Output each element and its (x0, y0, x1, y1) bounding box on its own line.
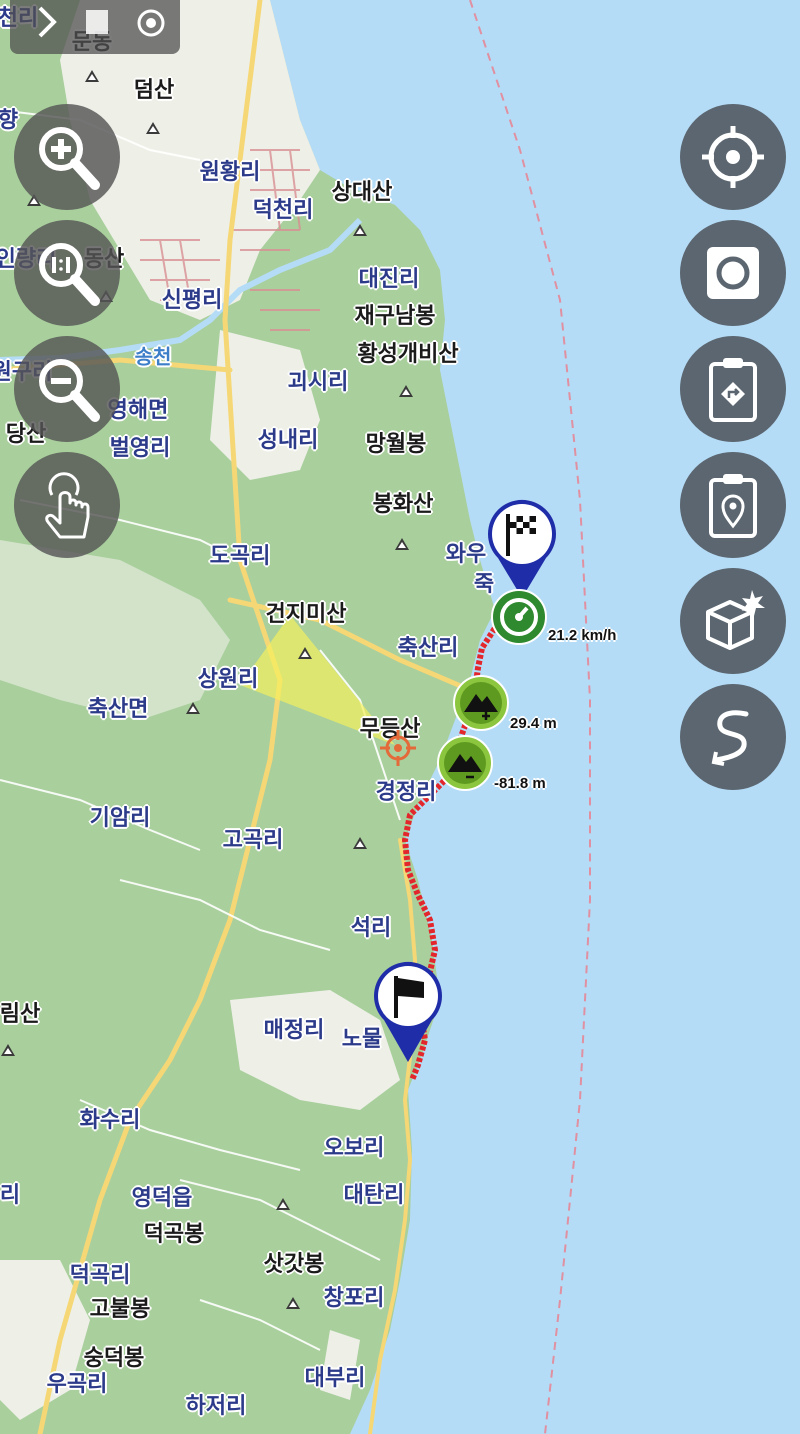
place-label-daejin: 대진리 (358, 267, 420, 292)
place-label-daetan: 대탄리 (343, 1183, 405, 1208)
place-label-bonghwa: 봉화산 (372, 492, 434, 517)
peak-icon (85, 70, 99, 82)
crosshair-position-icon (380, 730, 416, 766)
max-elevation-marker[interactable] (452, 674, 510, 732)
start-flag-icon (374, 961, 442, 1062)
place-label-gyeongjeong: 경정리 (375, 780, 437, 805)
place-label-satgatbong: 삿갓봉 (263, 1252, 325, 1277)
finish-marker[interactable] (484, 496, 560, 600)
place-label-deoksan: 덤산 (133, 78, 175, 103)
place-label-chuksan-ri: 축산리 (397, 636, 459, 661)
place-label-hwasu: 화수리 (79, 1108, 141, 1133)
place-label-wau: 와우 (445, 542, 487, 567)
new-box-icon (706, 590, 765, 650)
peak-icon (298, 647, 312, 659)
place-label-chuksanmyeon: 축산면 (87, 697, 149, 722)
elevation-min-icon (437, 735, 493, 791)
place-label-mangwol: 망월봉 (365, 432, 427, 457)
place-label-gogok: 고곡리 (222, 828, 284, 853)
zoom-1-1-button[interactable] (14, 220, 120, 326)
record-stop-icon (707, 247, 759, 299)
position-marker (378, 728, 418, 768)
peak-icon (186, 702, 200, 714)
zoom-in-icon (39, 127, 100, 190)
checkered-flag-icon (488, 499, 556, 598)
max-elevation-label: 29.4 m (510, 715, 557, 732)
place-label-ugok: 우곡리 (46, 1372, 108, 1397)
place-label-jaegunambong: 재구남봉 (354, 304, 436, 329)
place-label-maejeong: 매정리 (263, 1018, 325, 1043)
place-label-dogok: 도곡리 (209, 544, 271, 569)
place-label-sangwon: 상원리 (197, 667, 259, 692)
track-path-icon (711, 710, 749, 766)
place-label-deokgokbong: 덕곡봉 (143, 1222, 205, 1247)
min-elevation-label: -81.8 m (494, 775, 546, 792)
peak-icon (146, 122, 160, 134)
zoom-out-button[interactable] (14, 336, 120, 442)
zoom-1-1-icon (39, 243, 100, 306)
route-clipboard-icon (709, 358, 757, 422)
peak-icon (353, 224, 367, 236)
touch-button[interactable] (14, 452, 120, 558)
arrow-icon[interactable] (32, 6, 62, 40)
place-label-yeongdeok: 영덕읍 (131, 1186, 193, 1211)
place-label-gobulbong: 고불봉 (89, 1297, 151, 1322)
zoom-out-icon (39, 359, 100, 422)
place-label-songcheon: 송천 (134, 344, 172, 369)
place-label-deokgokri: 덕곡리 (69, 1263, 131, 1288)
touch-icon (45, 472, 90, 539)
place-label-ri-left: 리 (0, 1183, 21, 1208)
peak-icon (276, 1198, 290, 1210)
place-label-hwangseong: 황성개비산 (357, 342, 459, 367)
poi-clipboard-button[interactable] (680, 452, 786, 558)
rotate-icon[interactable] (134, 6, 168, 40)
min-elevation-marker[interactable] (436, 734, 494, 792)
speedometer-icon (491, 589, 547, 645)
place-label-gosi: 괴시리 (287, 370, 349, 395)
place-label-wonhwang: 원황리 (199, 160, 261, 185)
elevation-max-icon (453, 675, 509, 731)
peak-icon (353, 837, 367, 849)
speed-marker[interactable] (490, 588, 548, 646)
peak-icon (1, 1044, 15, 1056)
place-label-geonjimisan: 건지미산 (265, 602, 347, 627)
top-toolbar (10, 0, 180, 54)
place-label-hyang: 향 (0, 108, 19, 133)
place-label-hajeo: 하저리 (185, 1394, 247, 1419)
speed-label: 21.2 km/h (548, 627, 617, 644)
layer-icon[interactable] (82, 6, 112, 40)
place-label-changpo: 창포리 (323, 1286, 385, 1311)
place-label-daebu: 대부리 (304, 1366, 366, 1391)
place-label-deokcheon: 덕천리 (252, 198, 314, 223)
new-box-button[interactable] (680, 568, 786, 674)
locate-button[interactable] (680, 104, 786, 210)
place-label-sangdaesan: 상대산 (331, 180, 393, 205)
track-button[interactable] (680, 684, 786, 790)
place-label-seongnae: 성내리 (257, 428, 319, 453)
place-label-sinpyeong: 신평리 (161, 288, 223, 313)
gps-target-icon (702, 126, 764, 188)
poi-clipboard-icon (709, 474, 757, 538)
place-label-obo: 오보리 (323, 1136, 385, 1161)
record-button[interactable] (680, 220, 786, 326)
peak-icon (286, 1297, 300, 1309)
place-label-byeolyeong: 벌영리 (109, 436, 171, 461)
route-clipboard-button[interactable] (680, 336, 786, 442)
peak-icon (399, 385, 413, 397)
place-label-imsan: 림산 (0, 1002, 41, 1027)
start-marker[interactable] (370, 958, 446, 1064)
zoom-in-button[interactable] (14, 104, 120, 210)
place-label-seok: 석리 (350, 916, 392, 941)
place-label-giam: 기암리 (89, 806, 151, 831)
peak-icon (395, 538, 409, 550)
